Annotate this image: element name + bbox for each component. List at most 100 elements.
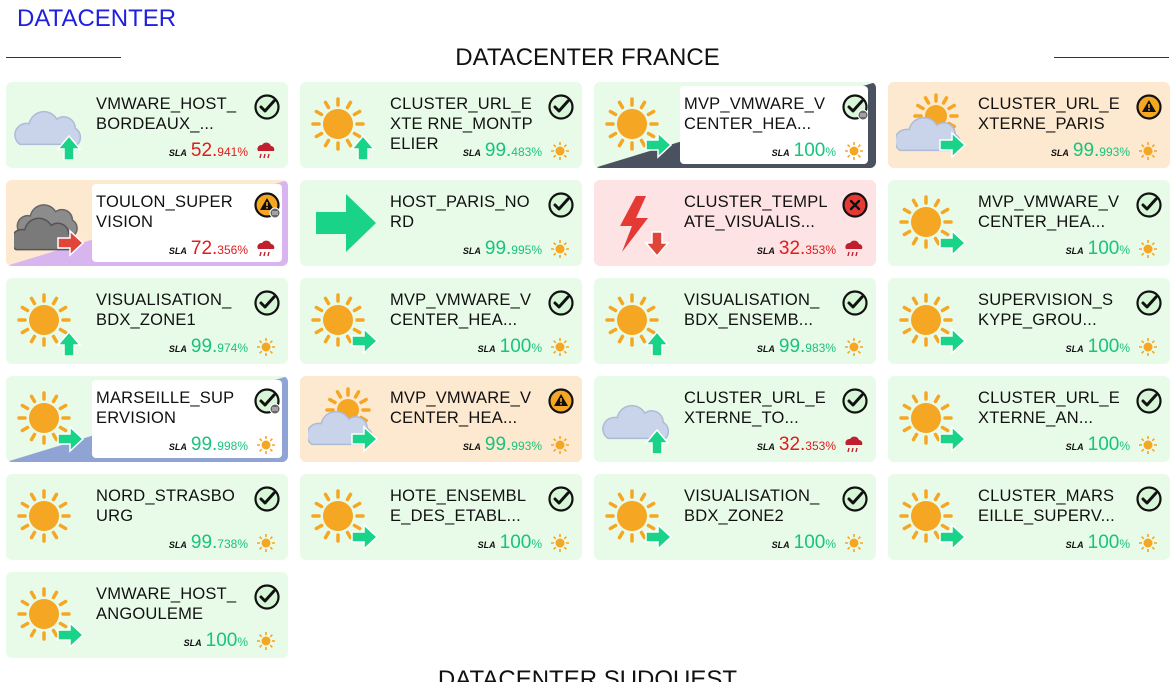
ok-status-icon[interactable]: [548, 192, 574, 218]
sla-dec: %: [825, 145, 836, 159]
service-tile[interactable]: MVP_VMWARE_V CENTER_HEA... SLA 100%: [888, 180, 1170, 266]
sun-mini-icon: [1139, 338, 1157, 356]
storm-mini-icon: [845, 240, 863, 257]
sun-mini-icon: [551, 534, 569, 552]
service-tile[interactable]: CLUSTER_URL_E XTERNE_AN... SLA 100%: [888, 376, 1170, 462]
service-tile[interactable]: HOST_PARIS_NO RD SLA 99. 995%: [300, 180, 582, 266]
sla-label: SLA: [1065, 540, 1084, 550]
sla-label: SLA: [168, 540, 187, 550]
tile-name[interactable]: MVP_VMWARE_V CENTER_HEA...: [390, 290, 540, 330]
service-tile[interactable]: CLUSTER_URL_EXTE RNE_MONTPELIER SLA 99. 483…: [300, 82, 582, 168]
tile-name[interactable]: SUPERVISION_S KYPE_GROU...: [978, 290, 1128, 330]
sla-value: SLA 99. 993%: [463, 434, 542, 456]
tile-name[interactable]: VISUALISATION_ BDX_ZONE1: [96, 290, 246, 330]
ok-status-icon[interactable]: [254, 94, 280, 120]
ok-status-icon[interactable]: [548, 94, 574, 120]
service-tile[interactable]: MVP_VMWARE_V CENTER_HEA... SLA 100%: [594, 82, 876, 168]
sla-label: SLA: [168, 442, 187, 452]
ok-status-icon[interactable]: [548, 290, 574, 316]
sla-int: 32.: [778, 238, 806, 259]
sun-weather-icon: [899, 293, 967, 355]
sla-label: SLA: [756, 246, 775, 256]
service-tile[interactable]: HOTE_ENSEMBL E_DES_ETABL... SLA 100%: [300, 474, 582, 560]
tile-name[interactable]: CLUSTER_URL_E XTERNE_TO...: [684, 388, 834, 428]
ok-status-icon[interactable]: [842, 388, 868, 414]
section-title-france: DATACENTER FRANCE: [455, 44, 720, 71]
service-tile[interactable]: VMWARE_HOST_ BORDEAUX_... SLA 52. 941%: [6, 82, 288, 168]
sun-mini-icon: [1139, 142, 1157, 160]
ok-status-icon[interactable]: [1136, 192, 1162, 218]
ok-status-icon[interactable]: [254, 486, 280, 512]
tile-name[interactable]: CLUSTER_MARS EILLE_SUPERV...: [978, 486, 1128, 526]
sla-dec: 983%: [805, 341, 836, 355]
crit-status-icon[interactable]: [842, 192, 868, 218]
service-tile[interactable]: CLUSTER_URL_E XTERNE_TO... SLA 32. 353%: [594, 376, 876, 462]
service-tile[interactable]: VISUALISATION_ BDX_ENSEMB... SLA 99. 983%: [594, 278, 876, 364]
service-tile[interactable]: MARSEILLE_SUP ERVISION SLA 99. 998%: [6, 376, 288, 462]
sun-mini-icon: [551, 338, 569, 356]
cloud-weather-icon: [14, 110, 82, 160]
tile-name[interactable]: CLUSTER_URL_E XTERNE_AN...: [978, 388, 1128, 428]
tile-name[interactable]: NORD_STRASBO URG: [96, 486, 246, 526]
ok-status-icon[interactable]: [1136, 290, 1162, 316]
ok-status-icon[interactable]: [548, 486, 574, 512]
service-tile[interactable]: NORD_STRASBO URG SLA 99. 738%: [6, 474, 288, 560]
service-tile[interactable]: CLUSTER_URL_E XTERNE_PARIS SLA 99. 993%: [888, 82, 1170, 168]
ok-status-icon[interactable]: [254, 290, 280, 316]
sun-weather-icon: [605, 97, 673, 159]
tile-name[interactable]: VISUALISATION_ BDX_ENSEMB...: [684, 290, 834, 330]
sla-dec: %: [1119, 537, 1130, 551]
sla-dec: 998%: [217, 439, 248, 453]
sun-mini-icon: [257, 534, 275, 552]
service-tile[interactable]: VMWARE_HOST_ ANGOULEME SLA 100%: [6, 572, 288, 658]
sla-value: SLA 100%: [772, 532, 836, 554]
sla-int: 99.: [190, 532, 218, 553]
ok-status-icon[interactable]: [1136, 486, 1162, 512]
sla-dec: %: [1119, 243, 1130, 257]
sla-value: SLA 100%: [478, 336, 542, 358]
sla-dec: %: [1119, 341, 1130, 355]
tile-name[interactable]: MARSEILLE_SUP ERVISION: [96, 388, 246, 428]
warn-status-icon[interactable]: [1136, 94, 1162, 120]
tile-name[interactable]: HOTE_ENSEMBL E_DES_ETABL...: [390, 486, 540, 526]
sla-int: 99.: [190, 434, 218, 455]
tile-name[interactable]: TOULON_SUPER VISION: [96, 192, 246, 232]
service-tile[interactable]: MVP_VMWARE_V CENTER_HEA... SLA 100%: [300, 278, 582, 364]
tile-name[interactable]: VMWARE_HOST_ ANGOULEME: [96, 584, 246, 624]
page-title[interactable]: DATACENTER: [17, 5, 176, 33]
sla-int: 99.: [778, 336, 806, 357]
service-tile[interactable]: VISUALISATION_ BDX_ZONE2 SLA 100%: [594, 474, 876, 560]
warn-status-icon[interactable]: [548, 388, 574, 414]
sla-dec: 353%: [805, 243, 836, 257]
sun-mini-icon: [1139, 534, 1157, 552]
tile-name[interactable]: VMWARE_HOST_ BORDEAUX_...: [96, 94, 246, 134]
service-tile[interactable]: SUPERVISION_S KYPE_GROU... SLA 100%: [888, 278, 1170, 364]
ok-status-icon[interactable]: [254, 388, 280, 414]
service-tile[interactable]: TOULON_SUPER VISION SLA 72. 356%: [6, 180, 288, 266]
tile-name[interactable]: CLUSTER_URL_E XTERNE_PARIS: [978, 94, 1128, 134]
sla-value: SLA 100%: [1066, 532, 1130, 554]
tile-name[interactable]: HOST_PARIS_NO RD: [390, 192, 540, 232]
sla-dec: %: [1119, 439, 1130, 453]
service-tile[interactable]: CLUSTER_TEMPL ATE_VISUALIS... SLA 32. 353%: [594, 180, 876, 266]
ok-status-icon[interactable]: [1136, 388, 1162, 414]
tile-name[interactable]: VISUALISATION_ BDX_ZONE2: [684, 486, 834, 526]
sla-int: 99.: [1072, 140, 1100, 161]
sla-int: 100: [1087, 336, 1120, 357]
tile-name[interactable]: MVP_VMWARE_V CENTER_HEA...: [978, 192, 1128, 232]
ok-status-icon[interactable]: [842, 290, 868, 316]
tile-name[interactable]: MVP_VMWARE_V CENTER_HEA...: [390, 388, 540, 428]
sla-dec: 353%: [805, 439, 836, 453]
ok-status-icon[interactable]: [842, 94, 868, 120]
sla-value: SLA 100%: [1066, 336, 1130, 358]
ok-status-icon[interactable]: [842, 486, 868, 512]
tile-name[interactable]: CLUSTER_TEMPL ATE_VISUALIS...: [684, 192, 834, 232]
service-tile[interactable]: CLUSTER_MARS EILLE_SUPERV... SLA 100%: [888, 474, 1170, 560]
service-tile[interactable]: VISUALISATION_ BDX_ZONE1 SLA 99. 974%: [6, 278, 288, 364]
sla-dec: 993%: [511, 439, 542, 453]
ok-status-icon[interactable]: [254, 584, 280, 610]
tile-name[interactable]: MVP_VMWARE_V CENTER_HEA...: [684, 94, 834, 134]
sla-value: SLA 99. 993%: [1051, 140, 1130, 162]
service-tile[interactable]: MVP_VMWARE_V CENTER_HEA... SLA 99. 993%: [300, 376, 582, 462]
warn-status-icon[interactable]: [254, 192, 280, 218]
